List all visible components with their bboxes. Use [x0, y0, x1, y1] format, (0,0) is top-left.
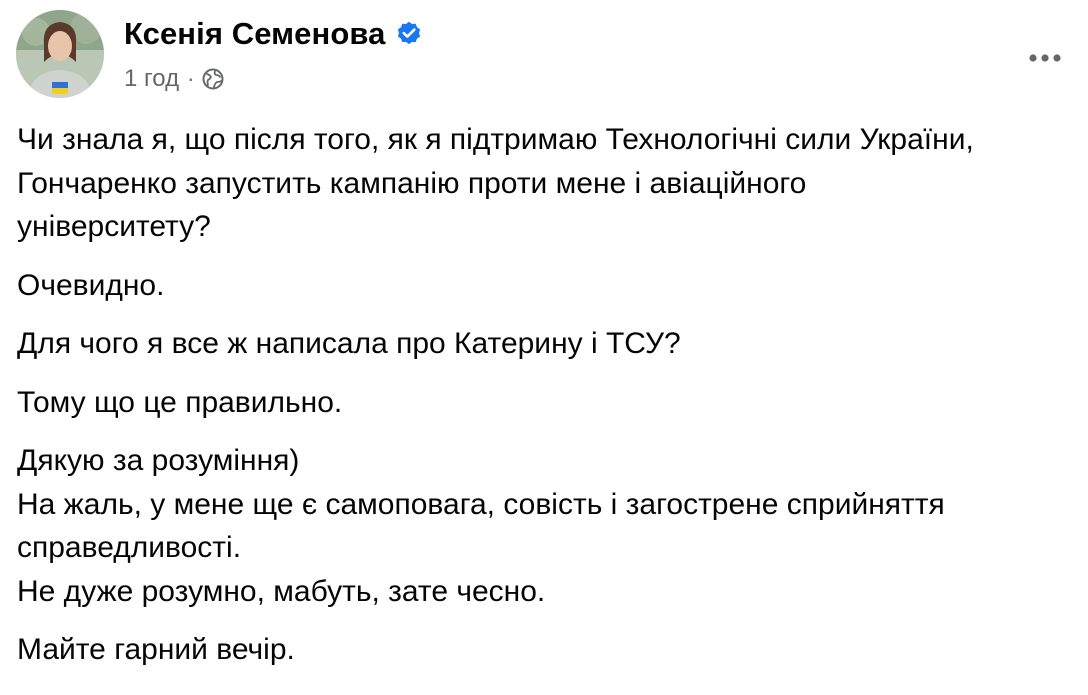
- post-line: Для чого я все ж написала про Катерину і…: [17, 327, 681, 360]
- post-paragraph: Очевидно.: [17, 264, 1077, 308]
- facebook-post: Ксенія Семенова 1 год · Чи знала я, що п…: [0, 0, 1088, 695]
- post-paragraph: Дякую за розуміння) На жаль, у мене ще є…: [17, 439, 1077, 613]
- post-line: Тому що це правильно.: [17, 385, 343, 419]
- post-line: Гончаренко запустить кампанію проти мене…: [17, 166, 807, 200]
- post-line: На жаль, у мене ще є самоповага, совість…: [17, 487, 945, 521]
- post-text: Чи знала я, що після того, як я підтрима…: [17, 118, 1077, 687]
- post-line: справедливості.: [17, 531, 242, 564]
- more-options-button[interactable]: [1022, 38, 1068, 78]
- post-line: Не дуже розумно, мабуть, зате чесно.: [17, 574, 546, 608]
- profile-photo: [16, 10, 104, 98]
- verified-badge-icon: [395, 20, 423, 48]
- post-paragraph: Майте гарний вечір.: [17, 628, 1077, 672]
- post-line: університету?: [17, 210, 211, 243]
- post-line: Дякую за розуміння): [17, 444, 300, 477]
- post-header: Ксенія Семенова 1 год ·: [16, 10, 1076, 102]
- post-meta: 1 год ·: [124, 64, 224, 94]
- more-options-icon: [1029, 54, 1061, 62]
- globe-icon[interactable]: [202, 68, 224, 90]
- post-paragraph: Чи знала я, що після того, як я підтрима…: [17, 118, 1077, 249]
- author-name[interactable]: Ксенія Семенова: [124, 16, 385, 52]
- author-row: Ксенія Семенова: [124, 14, 423, 54]
- post-line: Майте гарний вечір.: [17, 633, 295, 666]
- post-paragraph: Тому що це правильно.: [17, 381, 1077, 425]
- avatar[interactable]: [16, 10, 104, 98]
- post-paragraph: Для чого я все ж написала про Катерину і…: [17, 322, 1077, 366]
- post-timestamp[interactable]: 1 год: [124, 65, 179, 93]
- post-line: Чи знала я, що після того, як я підтрима…: [17, 123, 974, 156]
- meta-separator: ·: [187, 66, 195, 91]
- post-line: Очевидно.: [17, 268, 165, 302]
